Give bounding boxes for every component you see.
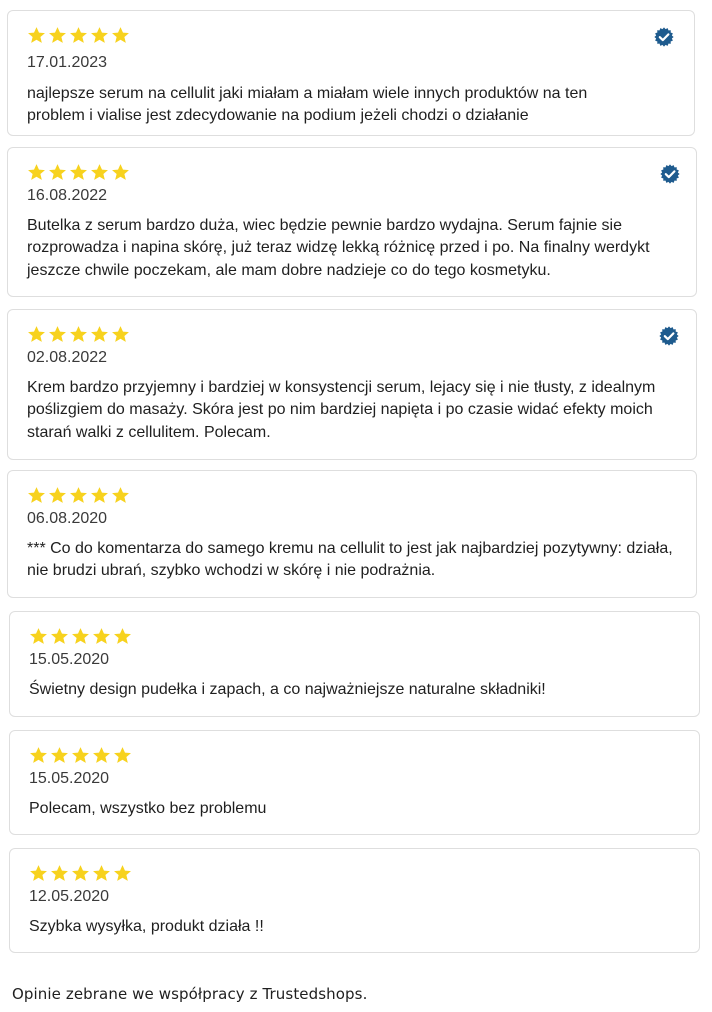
star-rating xyxy=(27,23,130,47)
star-icon xyxy=(72,627,89,644)
star-icon xyxy=(112,26,129,43)
star-rating xyxy=(27,483,130,507)
star-icon xyxy=(93,746,110,763)
star-icon xyxy=(70,26,87,43)
star-icon xyxy=(28,486,45,503)
review-text: najlepsze serum na cellulit jaki miałam … xyxy=(27,85,588,125)
star-icon xyxy=(112,486,129,503)
star-icon xyxy=(112,163,129,180)
star-rating xyxy=(29,861,132,885)
star-icon xyxy=(114,746,131,763)
review-date: 15.05.2020 xyxy=(29,770,110,787)
review-date: 15.05.2020 xyxy=(29,651,110,668)
star-icon xyxy=(49,486,66,503)
review-card: 16.08.2022 Butelka z serum bardzo duża, … xyxy=(7,147,697,297)
review-date: 06.08.2020 xyxy=(27,510,108,527)
review-date: 12.05.2020 xyxy=(29,888,110,905)
review-text: Świetny design pudełka i zapach, a co na… xyxy=(29,681,546,698)
star-icon xyxy=(28,163,45,180)
review-text: Butelka z serum bardzo duża, wiec będzie… xyxy=(27,217,650,279)
review-card: 06.08.2020 *** Co do komentarza do sameg… xyxy=(7,470,697,598)
review-text: Krem bardzo przyjemny i bardziej w konsy… xyxy=(27,379,656,441)
review-text: Szybka wysyłka, produkt działa !! xyxy=(29,918,264,935)
star-rating xyxy=(27,160,130,184)
review-card: 15.05.2020 Polecam, wszystko bez problem… xyxy=(9,730,700,835)
star-icon xyxy=(70,325,87,342)
star-icon xyxy=(51,627,68,644)
star-icon xyxy=(114,627,131,644)
star-icon xyxy=(93,627,110,644)
star-rating xyxy=(29,624,132,648)
star-icon xyxy=(93,864,110,881)
star-icon xyxy=(51,864,68,881)
review-date: 02.08.2022 xyxy=(27,349,108,366)
star-rating xyxy=(27,322,130,346)
verified-badge-icon xyxy=(660,164,680,184)
star-icon xyxy=(30,627,47,644)
star-icon xyxy=(30,864,47,881)
review-text: *** Co do komentarza do samego kremu na … xyxy=(27,540,673,580)
star-icon xyxy=(72,864,89,881)
verified-badge-icon xyxy=(659,326,679,346)
star-icon xyxy=(28,325,45,342)
star-icon xyxy=(114,864,131,881)
review-date: 17.01.2023 xyxy=(27,54,108,71)
trustedshops-note: Opinie zebrane we współpracy z Trustedsh… xyxy=(12,985,368,1003)
star-icon xyxy=(91,163,108,180)
verified-badge-icon xyxy=(654,27,674,47)
star-icon xyxy=(51,746,68,763)
review-card: 15.05.2020 Świetny design pudełka i zapa… xyxy=(9,611,700,717)
star-icon xyxy=(70,163,87,180)
star-icon xyxy=(91,26,108,43)
review-card: 12.05.2020 Szybka wysyłka, produkt dział… xyxy=(9,848,700,953)
star-icon xyxy=(91,325,108,342)
star-rating xyxy=(29,743,132,767)
star-icon xyxy=(49,26,66,43)
review-text: Polecam, wszystko bez problemu xyxy=(29,800,267,817)
star-icon xyxy=(49,325,66,342)
review-date: 16.08.2022 xyxy=(27,187,108,204)
star-icon xyxy=(112,325,129,342)
star-icon xyxy=(70,486,87,503)
star-icon xyxy=(72,746,89,763)
review-card: 17.01.2023 najlepsze serum na cellulit j… xyxy=(7,10,695,136)
review-card: 02.08.2022 Krem bardzo przyjemny i bardz… xyxy=(7,309,697,460)
star-icon xyxy=(28,26,45,43)
star-icon xyxy=(91,486,108,503)
star-icon xyxy=(49,163,66,180)
star-icon xyxy=(30,746,47,763)
